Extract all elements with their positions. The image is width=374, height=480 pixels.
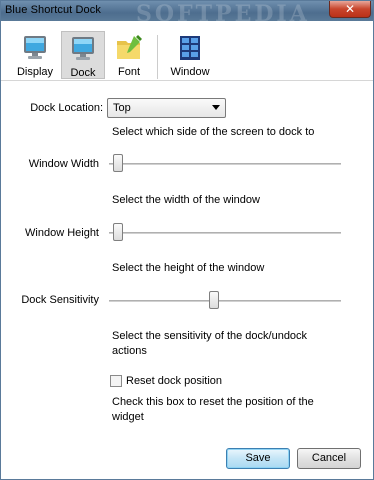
save-button[interactable]: Save bbox=[226, 448, 290, 469]
font-folder-icon bbox=[117, 35, 142, 59]
toolbar-separator bbox=[157, 35, 158, 79]
cancel-button[interactable]: Cancel bbox=[297, 448, 361, 469]
window-grid-icon bbox=[180, 36, 200, 60]
title-bar[interactable]: Blue Shortcut Dock SOFTPEDIA ✕ bbox=[1, 1, 373, 27]
reset-dock-description-line1: Check this box to reset the position of … bbox=[112, 396, 314, 408]
window-height-description: Select the height of the window bbox=[112, 262, 265, 274]
reset-dock-description: Check this box to reset the position of … bbox=[112, 395, 314, 425]
dock-monitor-icon bbox=[72, 37, 94, 60]
slider-thumb[interactable] bbox=[113, 154, 124, 172]
tab-window[interactable]: Window bbox=[165, 31, 215, 79]
tab-window-label: Window bbox=[170, 66, 210, 78]
dock-sensitivity-description-line2: actions bbox=[112, 345, 147, 357]
window-width-description: Select the width of the window bbox=[112, 194, 260, 206]
dock-location-description: Select which side of the screen to dock … bbox=[112, 126, 315, 138]
window-height-slider[interactable] bbox=[109, 223, 341, 243]
tab-display-label: Display bbox=[16, 66, 54, 78]
window-width-slider[interactable] bbox=[109, 154, 341, 174]
toolbar: Display Dock Font Window bbox=[1, 21, 373, 81]
reset-dock-description-line2: widget bbox=[112, 411, 144, 423]
window-width-label: Window Width bbox=[28, 158, 99, 170]
dock-sensitivity-slider[interactable] bbox=[109, 291, 341, 311]
reset-dock-label[interactable]: Reset dock position bbox=[126, 375, 222, 387]
dock-sensitivity-description-line1: Select the sensitivity of the dock/undoc… bbox=[112, 330, 308, 342]
window-title: Blue Shortcut Dock bbox=[5, 4, 101, 16]
slider-track bbox=[109, 232, 341, 234]
slider-thumb[interactable] bbox=[208, 291, 219, 309]
dock-location-select[interactable]: Top bbox=[107, 98, 226, 118]
tab-font-label: Font bbox=[117, 66, 140, 78]
chevron-down-icon bbox=[212, 105, 220, 110]
dock-sensitivity-label: Dock Sensitivity bbox=[21, 294, 99, 306]
tab-display[interactable]: Display bbox=[13, 31, 57, 79]
slider-track bbox=[109, 163, 341, 165]
window-height-label: Window Height bbox=[25, 227, 99, 239]
slider-thumb[interactable] bbox=[113, 223, 124, 241]
dock-sensitivity-description: Select the sensitivity of the dock/undoc… bbox=[112, 329, 307, 359]
slider-track bbox=[109, 300, 341, 302]
dock-location-label: Dock Location: bbox=[30, 102, 103, 114]
close-button[interactable]: ✕ bbox=[329, 1, 371, 18]
monitor-icon bbox=[24, 36, 46, 59]
tab-font[interactable]: Font bbox=[107, 31, 151, 79]
settings-window: Blue Shortcut Dock SOFTPEDIA ✕ Display D… bbox=[0, 0, 374, 480]
reset-dock-checkbox[interactable] bbox=[110, 375, 122, 387]
tab-dock-label: Dock bbox=[70, 67, 96, 79]
tab-dock[interactable]: Dock bbox=[61, 31, 105, 79]
dock-location-value: Top bbox=[113, 102, 131, 114]
